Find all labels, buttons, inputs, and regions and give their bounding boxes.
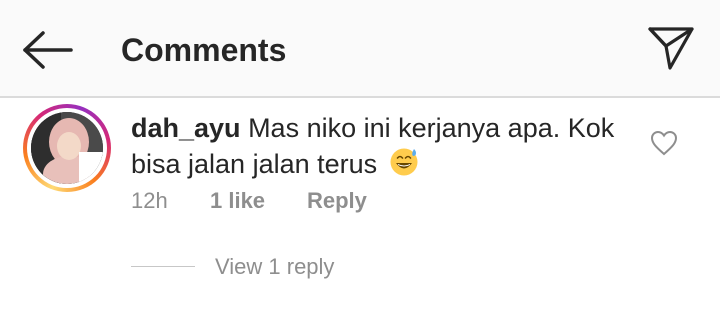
avatar[interactable] bbox=[23, 104, 111, 192]
likes-count[interactable]: 1 like bbox=[210, 186, 265, 216]
like-button[interactable] bbox=[650, 130, 678, 156]
comment-time: 12h bbox=[131, 188, 168, 213]
back-button[interactable] bbox=[22, 30, 74, 70]
comment-username[interactable]: dah_ayu bbox=[131, 113, 241, 143]
avatar-ring-gap bbox=[27, 108, 107, 188]
page-title: Comments bbox=[121, 32, 287, 68]
comment-body: dah_ayu Mas niko ini kerjanya apa. Kok b… bbox=[131, 110, 631, 182]
replies-divider bbox=[131, 266, 195, 267]
paper-plane-icon bbox=[648, 27, 694, 70]
grinning-face-with-sweat-icon bbox=[390, 148, 418, 176]
comment-item: dah_ayu Mas niko ini kerjanya apa. Kok b… bbox=[0, 98, 720, 316]
view-replies-button[interactable]: View 1 reply bbox=[215, 253, 334, 281]
share-button[interactable] bbox=[646, 24, 696, 72]
reply-button[interactable]: Reply bbox=[307, 186, 367, 216]
heart-outline-icon bbox=[650, 130, 678, 156]
top-app-bar: Comments bbox=[0, 0, 720, 98]
arrow-left-icon bbox=[23, 31, 73, 69]
avatar-photo bbox=[31, 112, 103, 184]
